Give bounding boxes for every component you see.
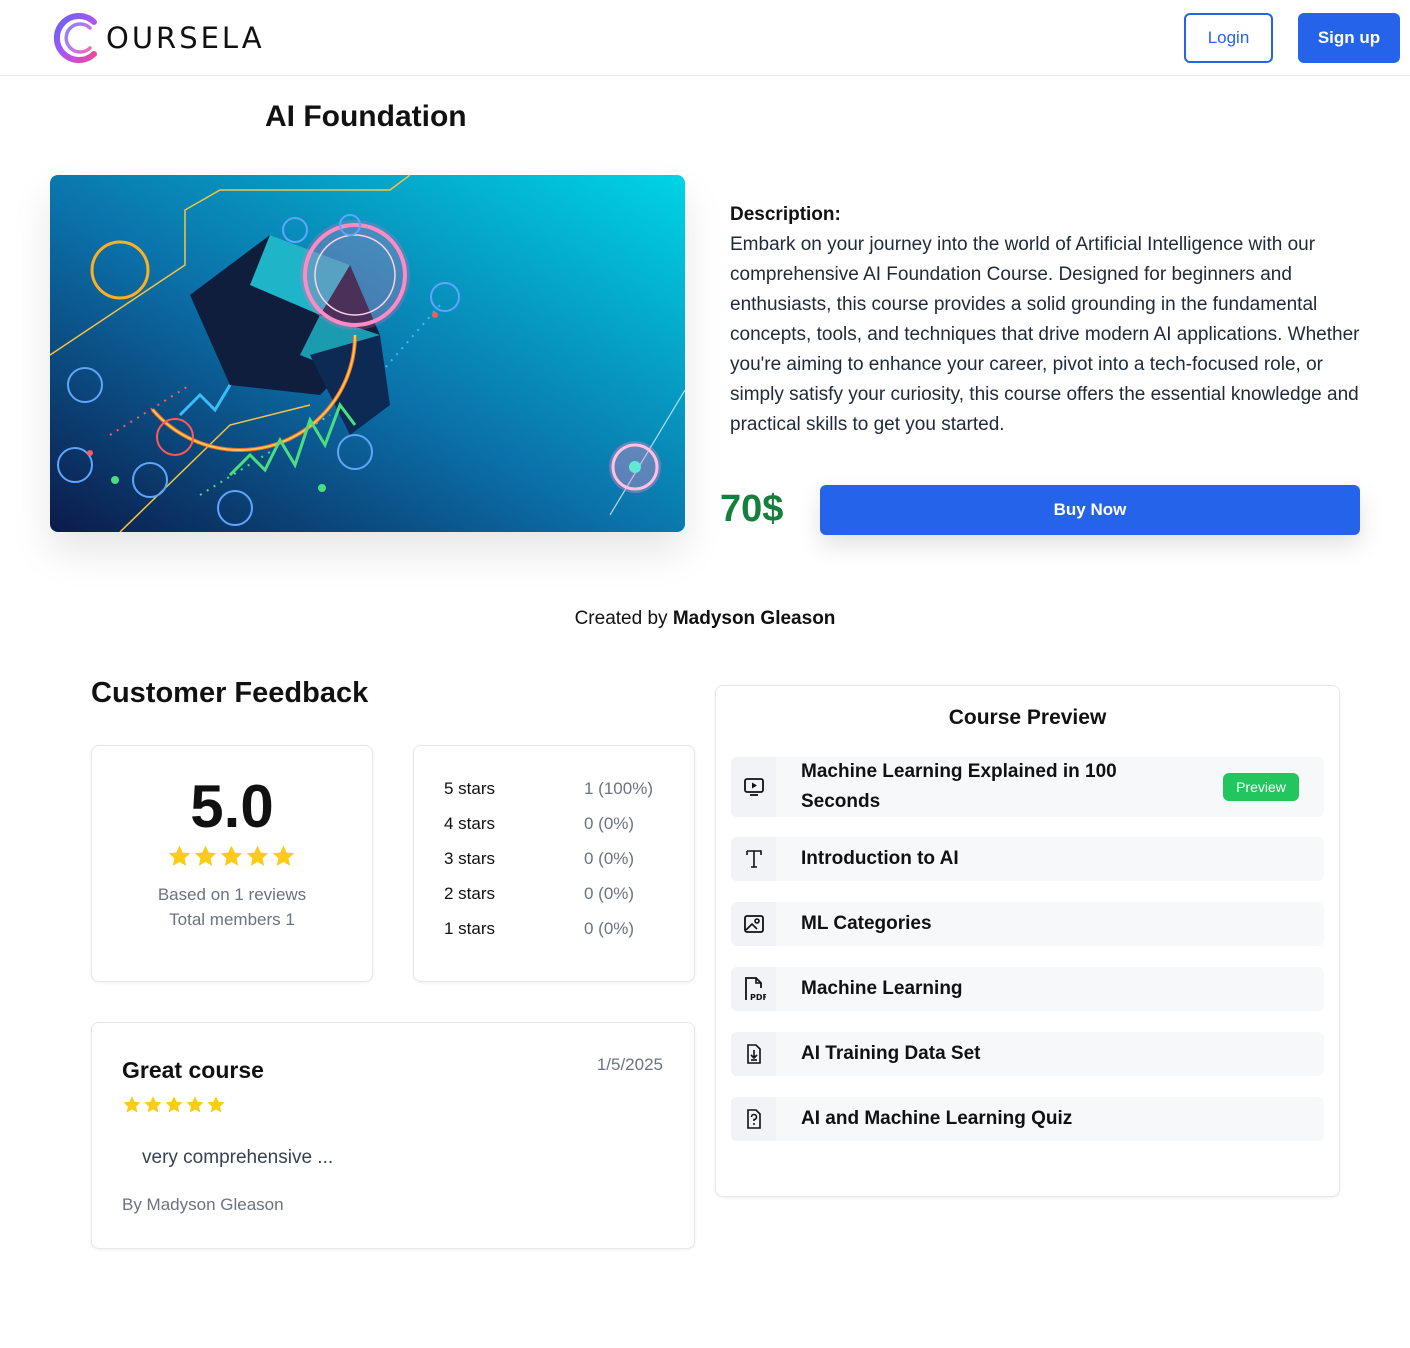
lesson-title: AI Training Data Set bbox=[801, 1043, 981, 1064]
breakdown-row: 5 stars 1 (100%) bbox=[444, 777, 684, 801]
site-header: OURSELA Login Sign up bbox=[0, 0, 1410, 76]
star-icon bbox=[186, 1096, 204, 1113]
star-icon bbox=[123, 1096, 141, 1113]
lesson-title: ML Categories bbox=[801, 913, 932, 934]
average-stars bbox=[92, 844, 372, 874]
description-text: Embark on your journey into the world of… bbox=[730, 234, 1360, 435]
breakdown-value: 0 (0%) bbox=[584, 919, 635, 938]
star-icon bbox=[272, 845, 295, 866]
rating-breakdown-card: 5 stars 1 (100%) 4 stars 0 (0%) 3 stars … bbox=[413, 745, 695, 982]
breakdown-value: 0 (0%) bbox=[584, 849, 635, 868]
lesson-title: AI and Machine Learning Quiz bbox=[801, 1108, 1073, 1129]
review-stars bbox=[122, 1095, 227, 1120]
breakdown-label: 1 stars bbox=[444, 919, 496, 938]
logo-c-icon bbox=[53, 13, 97, 63]
star-icon bbox=[144, 1096, 162, 1113]
lesson-item[interactable]: ML Categories bbox=[731, 902, 1324, 946]
text-icon bbox=[731, 837, 776, 881]
signup-button[interactable]: Sign up bbox=[1298, 13, 1400, 63]
lesson-title: Machine Learning Explained in 100 Second… bbox=[801, 761, 1117, 812]
breakdown-label: 4 stars bbox=[444, 814, 496, 833]
breakdown-row: 1 stars 0 (0%) bbox=[444, 917, 684, 941]
created-by-label: Created by bbox=[574, 608, 668, 629]
course-cover-image bbox=[50, 175, 685, 532]
ai-illustration bbox=[50, 175, 685, 532]
feedback-title: Customer Feedback bbox=[91, 677, 369, 709]
svg-text:PDF: PDF bbox=[750, 993, 766, 1002]
breakdown-row: 3 stars 0 (0%) bbox=[444, 847, 684, 871]
created-by: Created by Madyson Gleason bbox=[0, 608, 1410, 630]
download-file-icon bbox=[731, 1032, 776, 1076]
star-icon bbox=[220, 845, 243, 866]
review-author: By Madyson Gleason bbox=[122, 1195, 284, 1214]
breakdown-label: 2 stars bbox=[444, 884, 496, 903]
star-icon bbox=[246, 845, 269, 866]
review-count: Based on 1 reviews bbox=[157, 885, 307, 904]
brand-logo[interactable]: OURSELA bbox=[50, 12, 265, 64]
breakdown-value: 0 (0%) bbox=[584, 884, 635, 903]
lesson-item[interactable]: Introduction to AI bbox=[731, 837, 1324, 881]
breakdown-row: 2 stars 0 (0%) bbox=[444, 882, 684, 906]
star-icon bbox=[207, 1096, 225, 1113]
breakdown-value: 0 (0%) bbox=[584, 814, 635, 833]
lesson-title: Machine Learning bbox=[801, 978, 963, 999]
login-button[interactable]: Login bbox=[1184, 13, 1273, 63]
image-icon bbox=[731, 902, 776, 946]
video-icon bbox=[731, 757, 776, 817]
quiz-icon bbox=[731, 1097, 776, 1141]
star-icon bbox=[165, 1096, 183, 1113]
lesson-title: Introduction to AI bbox=[801, 848, 959, 869]
buy-now-button[interactable]: Buy Now bbox=[820, 485, 1360, 535]
breakdown-label: 5 stars bbox=[444, 779, 496, 798]
pdf-icon: PDF bbox=[731, 967, 776, 1011]
average-score: 5.0 bbox=[190, 773, 274, 840]
brand-name: OURSELA bbox=[106, 21, 265, 55]
lesson-item[interactable]: AI and Machine Learning Quiz bbox=[731, 1097, 1324, 1141]
review-card: Great course 1/5/2025 very comprehensive… bbox=[91, 1022, 695, 1249]
course-description: Description: Embark on your journey into… bbox=[730, 202, 1370, 440]
breakdown-value: 1 (100%) bbox=[584, 779, 653, 798]
star-icon bbox=[194, 845, 217, 866]
review-title: Great course bbox=[122, 1057, 264, 1083]
course-price: 70$ bbox=[720, 488, 784, 530]
page-title: AI Foundation bbox=[265, 100, 467, 133]
member-count: Total members 1 bbox=[169, 910, 295, 929]
lesson-item[interactable]: Machine Learning Explained in 100 Second… bbox=[731, 757, 1324, 817]
review-text: very comprehensive ... bbox=[142, 1147, 334, 1168]
lesson-item[interactable]: PDF Machine Learning bbox=[731, 967, 1324, 1011]
breakdown-row: 4 stars 0 (0%) bbox=[444, 812, 684, 836]
description-label: Description: bbox=[730, 204, 841, 225]
creator-name[interactable]: Madyson Gleason bbox=[673, 608, 836, 629]
preview-badge[interactable]: Preview bbox=[1223, 773, 1299, 801]
review-date: 1/5/2025 bbox=[596, 1055, 663, 1074]
star-icon bbox=[168, 845, 191, 866]
breakdown-label: 3 stars bbox=[444, 849, 496, 868]
rating-summary-card: 5.0 Based on 1 reviews Total members 1 bbox=[91, 745, 373, 982]
course-preview-title: Course Preview bbox=[948, 706, 1107, 729]
course-preview-card: Course Preview Machine Learning Explaine… bbox=[715, 685, 1340, 1197]
lesson-item[interactable]: AI Training Data Set bbox=[731, 1032, 1324, 1076]
